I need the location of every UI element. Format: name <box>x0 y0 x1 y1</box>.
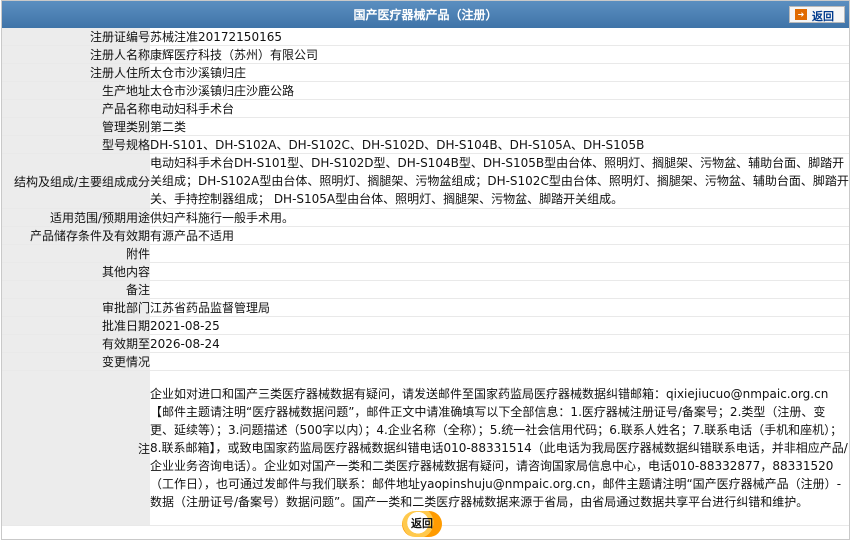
row-value: 康辉医疗科技（苏州）有限公司 <box>150 45 849 64</box>
table-row: 管理类别 第二类 <box>2 117 849 136</box>
table-row: 型号规格 DH-S101、DH-S102A、DH-S102C、DH-S102D、D… <box>2 135 849 154</box>
note-text: 企业如对进口和国产三类医疗器械数据有疑问，请发送邮件至国家药监局医疗器械数据纠错… <box>150 370 849 526</box>
row-value: DH-S101、DH-S102A、DH-S102C、DH-S102D、DH-S1… <box>150 135 849 154</box>
row-label: 批准日期 <box>2 316 150 335</box>
table-row: 注册人名称 康辉医疗科技（苏州）有限公司 <box>2 45 849 64</box>
table-row: 备注 <box>2 280 849 299</box>
table-row: 产品名称 电动妇科手术台 <box>2 99 849 118</box>
row-value: 供妇产科施行一般手术用。 <box>150 208 849 227</box>
row-label: 审批部门 <box>2 298 150 317</box>
row-label: 注册证编号 <box>2 28 150 46</box>
row-value: 江苏省药品监督管理局 <box>150 298 849 317</box>
row-value: 太仓市沙溪镇归庄沙鹿公路 <box>150 81 849 100</box>
product-info-table: 注册证编号 苏械注准20172150165 注册人名称 康辉医疗科技（苏州）有限公司… <box>2 28 849 526</box>
row-label: 产品储存条件及有效期 <box>2 226 150 245</box>
row-value <box>150 262 849 281</box>
table-row: 批准日期 2021-08-25 <box>2 316 849 335</box>
table-row: 审批部门 江苏省药品监督管理局 <box>2 298 849 317</box>
row-label: 管理类别 <box>2 117 150 136</box>
row-value: 电动妇科手术台DH-S101型、DH-S102D型、DH-S104B型、DH-S… <box>150 153 849 209</box>
arrow-right-icon: ➜ <box>795 9 807 20</box>
row-value: 2026-08-24 <box>150 334 849 353</box>
table-row: 变更情况 <box>2 352 849 371</box>
row-value: 苏械注准20172150165 <box>150 28 849 46</box>
title-bar: 国产医疗器械产品（注册） ➜ 返回 <box>2 1 849 28</box>
table-row: 产品储存条件及有效期 有源产品不适用 <box>2 226 849 245</box>
back-button-label: 返回 <box>812 10 834 23</box>
note-label: 注 <box>2 370 150 526</box>
row-value: 太仓市沙溪镇归庄 <box>150 63 849 82</box>
row-value: 有源产品不适用 <box>150 226 849 245</box>
row-value: 电动妇科手术台 <box>150 99 849 118</box>
row-label: 有效期至 <box>2 334 150 353</box>
row-label: 型号规格 <box>2 135 150 154</box>
row-label: 结构及组成/主要组成成分 <box>2 153 150 209</box>
page-title: 国产医疗器械产品（注册） <box>353 8 498 22</box>
row-value: 2021-08-25 <box>150 316 849 335</box>
row-label: 适用范围/预期用途 <box>2 208 150 227</box>
table-row: 注册人住所 太仓市沙溪镇归庄 <box>2 63 849 82</box>
back-button[interactable]: ➜ 返回 <box>789 6 845 23</box>
row-value <box>150 352 849 371</box>
row-label: 备注 <box>2 280 150 299</box>
row-value <box>150 244 849 263</box>
footer-back-button[interactable]: 返回 <box>402 511 442 537</box>
row-label: 其他内容 <box>2 262 150 281</box>
row-label: 产品名称 <box>2 99 150 118</box>
row-value <box>150 280 849 299</box>
table-row: 注 企业如对进口和国产三类医疗器械数据有疑问，请发送邮件至国家药监局医疗器械数据… <box>2 370 849 526</box>
table-row: 结构及组成/主要组成成分 电动妇科手术台DH-S101型、DH-S102D型、DH… <box>2 153 849 209</box>
table-row: 附件 <box>2 244 849 263</box>
table-row: 其他内容 <box>2 262 849 281</box>
table-row: 有效期至 2026-08-24 <box>2 334 849 353</box>
table-row: 注册证编号 苏械注准20172150165 <box>2 28 849 46</box>
detail-panel: 国产医疗器械产品（注册） ➜ 返回 注册证编号 苏械注准20172150165 注… <box>1 0 850 540</box>
row-label: 变更情况 <box>2 352 150 371</box>
row-label: 注册人名称 <box>2 45 150 64</box>
row-value: 第二类 <box>150 117 849 136</box>
row-label: 生产地址 <box>2 81 150 100</box>
row-label: 附件 <box>2 244 150 263</box>
table-row: 生产地址 太仓市沙溪镇归庄沙鹿公路 <box>2 81 849 100</box>
row-label: 注册人住所 <box>2 63 150 82</box>
table-row: 适用范围/预期用途 供妇产科施行一般手术用。 <box>2 208 849 227</box>
